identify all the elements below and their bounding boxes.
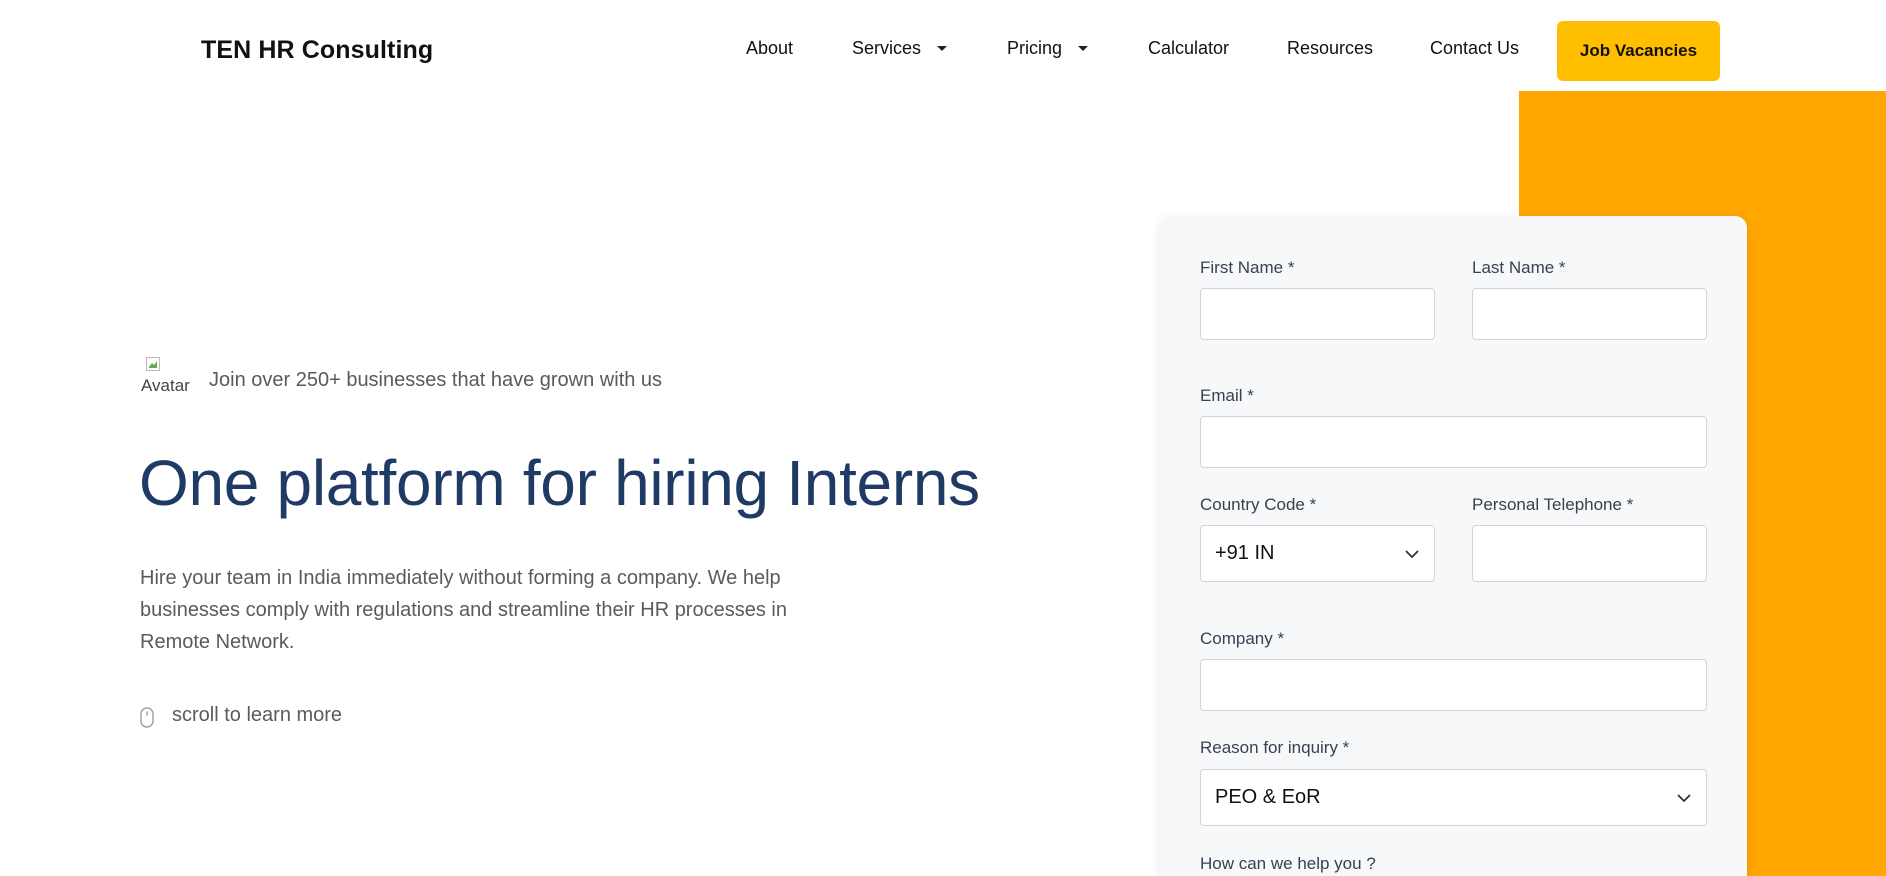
inquiry-form: First Name * Last Name * Email * Country… (1159, 216, 1747, 876)
chevron-down-icon (1405, 549, 1419, 558)
nav-contact-us-label: Contact Us (1430, 38, 1520, 58)
avatar: Avatar (140, 357, 194, 399)
nav-pricing[interactable]: Pricing (1007, 38, 1089, 59)
social-proof-text: Join over 250+ businesses that have grow… (209, 369, 663, 391)
job-vacancies-button[interactable]: Job Vacancies (1557, 21, 1720, 81)
reason-label: Reason for inquiry * (1200, 738, 1350, 757)
last-name-field[interactable] (1472, 288, 1707, 340)
broken-image-icon (146, 357, 160, 371)
country-code-value: +91 IN (1215, 542, 1275, 564)
country-code-label: Country Code * (1200, 495, 1317, 514)
nav-calculator[interactable]: Calculator (1148, 38, 1229, 59)
last-name-label: Last Name * (1472, 258, 1566, 277)
reason-value: PEO & EoR (1215, 786, 1321, 808)
country-code-select[interactable]: +91 IN (1200, 525, 1435, 582)
email-field[interactable] (1200, 416, 1707, 468)
nav-about[interactable]: About (746, 38, 793, 59)
caret-down-icon (937, 46, 948, 51)
nav-services[interactable]: Services (852, 38, 948, 59)
nav-resources-label: Resources (1287, 38, 1374, 58)
email-label: Email * (1200, 386, 1254, 405)
scroll-hint[interactable]: scroll to learn more (140, 703, 342, 728)
help-label: How can we help you ? (1200, 854, 1376, 873)
nav-resources[interactable]: Resources (1287, 38, 1373, 59)
reason-select[interactable]: PEO & EoR (1200, 769, 1707, 826)
nav-contact-us[interactable]: Contact Us (1430, 38, 1519, 59)
company-label: Company * (1200, 629, 1285, 648)
personal-telephone-field[interactable] (1472, 525, 1707, 582)
nav-about-label: About (746, 38, 794, 58)
nav-calculator-label: Calculator (1148, 38, 1230, 58)
scroll-hint-label: scroll to learn more (172, 704, 343, 726)
page: TEN HR Consulting About Services Pricing… (0, 0, 1886, 876)
chevron-down-icon (1677, 793, 1691, 802)
brand-logo[interactable]: TEN HR Consulting (201, 36, 433, 65)
mouse-icon (140, 707, 154, 728)
first-name-label: First Name * (1200, 258, 1295, 277)
company-field[interactable] (1200, 659, 1707, 711)
hero-subtext: Hire your team in India immediately with… (140, 567, 787, 653)
hero-headline: One platform for hiring Interns (139, 447, 980, 519)
nav-services-label: Services (852, 38, 922, 58)
caret-down-icon (1078, 46, 1089, 51)
first-name-field[interactable] (1200, 288, 1435, 340)
nav-pricing-label: Pricing (1007, 38, 1063, 58)
personal-telephone-label: Personal Telephone * (1472, 495, 1634, 514)
avatar-alt-text: Avatar (141, 376, 190, 395)
